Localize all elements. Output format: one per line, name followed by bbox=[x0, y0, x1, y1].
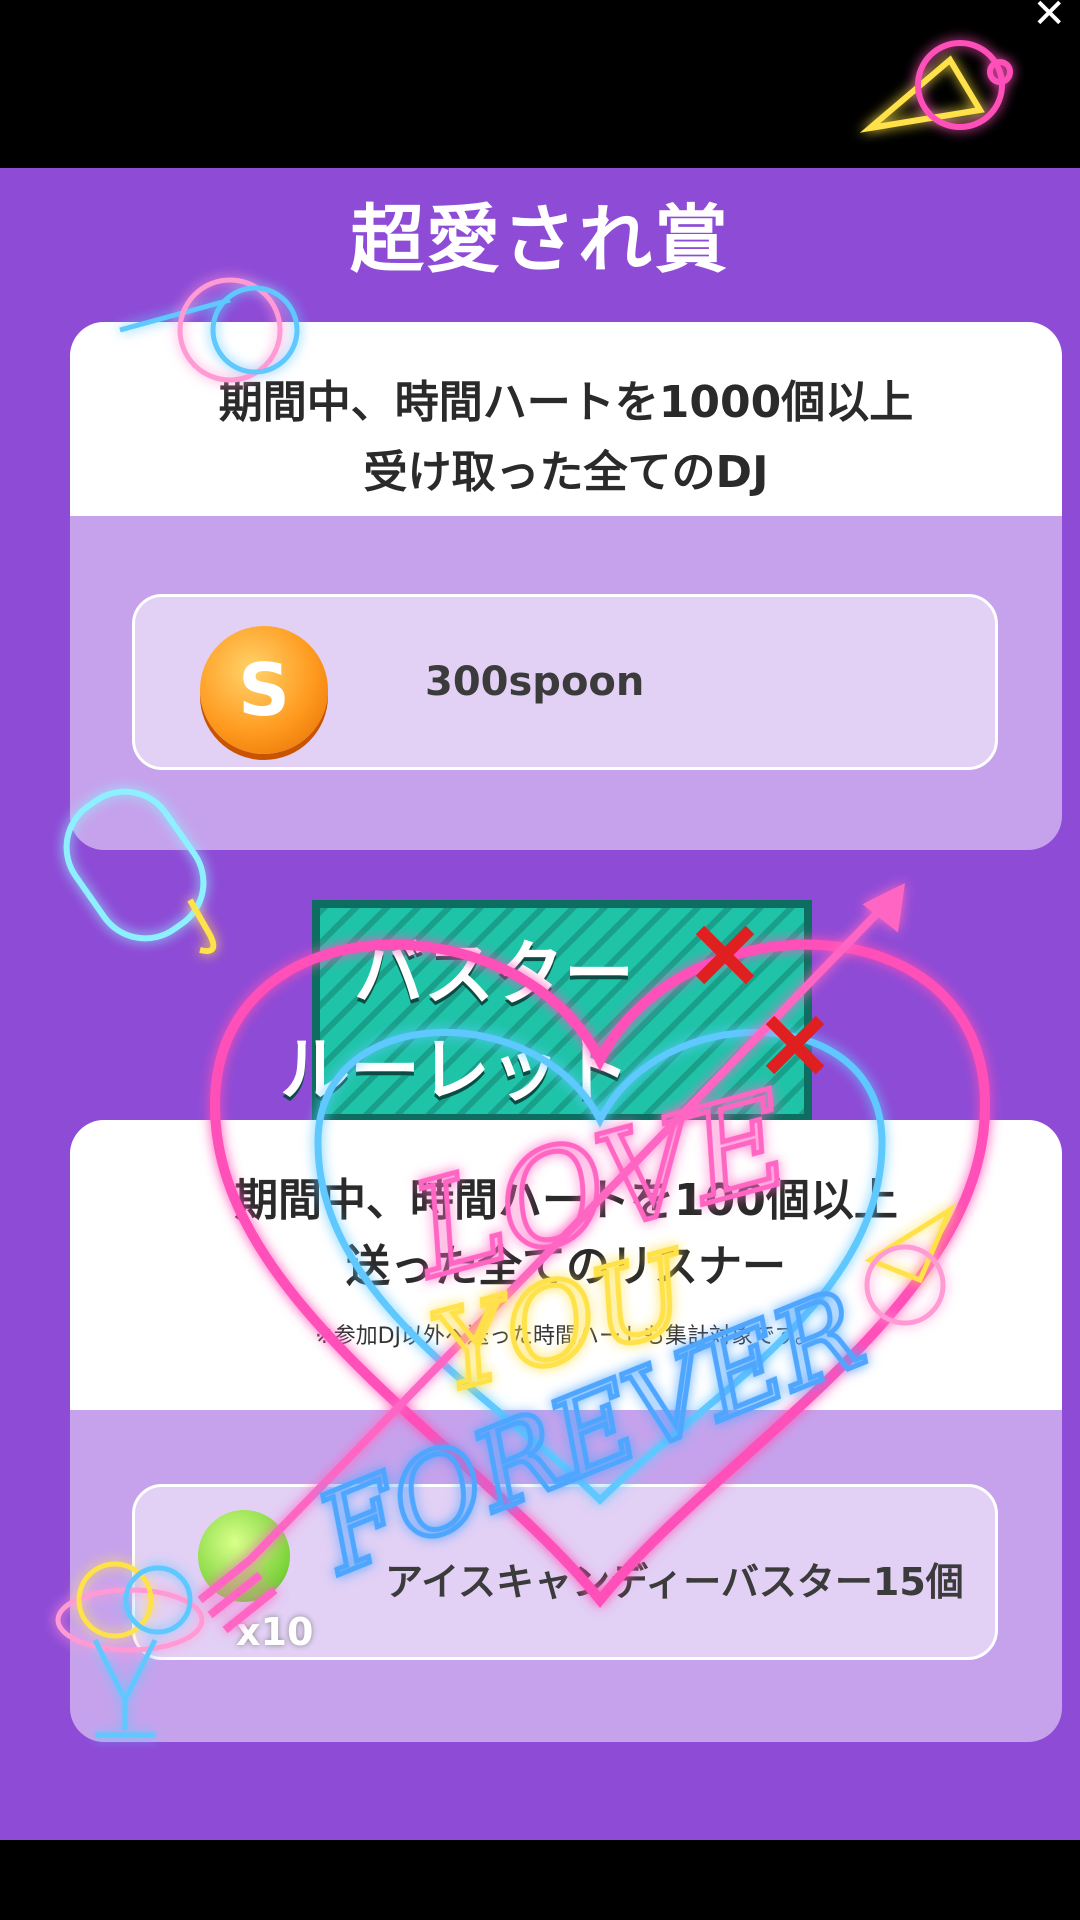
note-text: ※参加DJ以外へ送った時間ハートも集計対象です。 bbox=[315, 1324, 817, 1349]
condition-text: 期間中、時間ハートを1000個以上 受け取った全てのDJ bbox=[70, 322, 1062, 516]
reward-card-listener: 期間中、時間ハートを100個以上 送った全てのリスナー ※参加DJ以外へ送った時… bbox=[70, 1120, 1062, 1742]
ice-candy-icon bbox=[198, 1510, 290, 1602]
condition-line: 送った全てのリスナー bbox=[346, 1241, 786, 1292]
spoon-coin-icon: S bbox=[200, 626, 328, 754]
section-title: 超愛され賞 bbox=[350, 197, 730, 283]
close-icon[interactable]: ✕ bbox=[1032, 0, 1066, 34]
badge-line: ルーレット bbox=[280, 1029, 630, 1111]
condition-line: 受け取った全てのDJ bbox=[363, 447, 769, 498]
coin-letter: S bbox=[238, 648, 290, 732]
condition-text: 期間中、時間ハートを100個以上 送った全てのリスナー bbox=[70, 1120, 1062, 1410]
buster-roulette-badge: バスター ルーレット bbox=[280, 900, 812, 1122]
top-bar: ✕ bbox=[0, 0, 1080, 168]
reward-label: アイスキャンディーバスター15個 bbox=[385, 1560, 964, 1604]
reward-label: 300spoon bbox=[425, 659, 645, 705]
condition-line: 期間中、時間ハートを1000個以上 bbox=[218, 377, 914, 428]
bottom-bar bbox=[0, 1840, 1080, 1920]
reward-card-dj: 期間中、時間ハートを1000個以上 受け取った全てのDJ 300spoon bbox=[70, 322, 1062, 850]
condition-line: 期間中、時間ハートを100個以上 bbox=[234, 1175, 898, 1226]
badge-line: バスター bbox=[354, 933, 634, 1015]
item-count: x10 bbox=[236, 1610, 314, 1654]
